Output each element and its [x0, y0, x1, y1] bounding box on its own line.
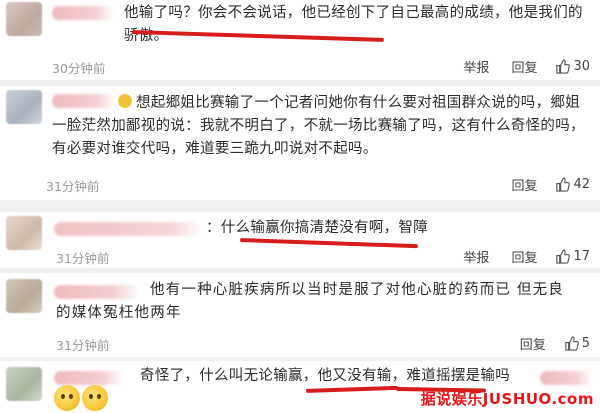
report-button[interactable]: 举报: [463, 247, 489, 266]
comment-1: 他输了吗？你会不会说话，他已经创下了自己最高的成绩，他是我们的骄傲。 30分钟前…: [0, 0, 600, 80]
thumbs-up-icon: [556, 59, 571, 74]
comment-text: 奇怪了，什么叫无论输赢，他又没有输，难道摇摆是输吗: [140, 368, 510, 384]
username[interactable]: [54, 222, 202, 236]
avatar[interactable]: [6, 279, 42, 313]
comment-text: 他有一种心脏疾病所以当时是服了对他心脏的药而已 但无良的媒体冤枉他两年: [56, 282, 565, 321]
comment-text: 他输了吗？你会不会说话，他已经创下了自己最高的成绩，他是我们的骄傲。: [124, 5, 583, 44]
like-count: 17: [573, 249, 590, 264]
username[interactable]: [540, 371, 592, 385]
avatar[interactable]: [6, 90, 42, 124]
reply-button[interactable]: 回复: [511, 247, 537, 266]
comment-actions: 举报 回复 30: [441, 57, 590, 76]
divider: [0, 200, 600, 212]
avatar[interactable]: [6, 367, 42, 401]
comment-time: 31分钟前: [46, 179, 100, 194]
comment-actions: 回复 5: [498, 334, 590, 353]
thumbs-up-icon: [556, 249, 571, 264]
like-button[interactable]: 5: [564, 336, 590, 351]
comment-text-content: 想起郷姐比赛输了一个记者问她你有什么要对祖国群众说的吗，郷姐一脸茫然加鄙视的说：…: [52, 95, 585, 157]
comment-actions: 回复 42: [489, 175, 590, 194]
like-button[interactable]: 17: [555, 249, 590, 264]
comment-3: ：什么输赢你搞清楚没有啊，智障 31分钟前 举报 回复 17: [0, 212, 600, 268]
comment-actions: 举报 回复 17: [441, 247, 590, 266]
comment-text: 想起郷姐比赛输了一个记者问她你有什么要对祖国群众说的吗，郷姐一脸茫然加鄙视的说：…: [52, 92, 592, 161]
avatar[interactable]: [6, 216, 42, 250]
reply-button[interactable]: 回复: [511, 57, 537, 76]
comment-time: 31分钟前: [56, 338, 110, 353]
comment-4: 他有一种心脏疾病所以当时是服了对他心脏的药而已 但无良的媒体冤枉他两年 31分钟…: [0, 273, 600, 357]
username[interactable]: [52, 6, 114, 20]
report-button[interactable]: 举报: [463, 57, 489, 76]
like-count: 30: [573, 59, 590, 74]
like-button[interactable]: 42: [555, 177, 590, 192]
like-button[interactable]: 30: [555, 59, 590, 74]
username[interactable]: [54, 371, 124, 385]
comment-2: 想起郷姐比赛输了一个记者问她你有什么要对祖国群众说的吗，郷姐一脸茫然加鄙视的说：…: [0, 86, 600, 200]
thumbs-up-icon: [556, 177, 571, 192]
reply-button[interactable]: 回复: [511, 175, 537, 194]
reply-button[interactable]: 回复: [520, 334, 546, 353]
comment-time: 31分钟前: [56, 251, 110, 266]
like-count: 42: [573, 177, 590, 192]
emoji-icon: [82, 385, 108, 411]
like-count: 5: [581, 336, 590, 351]
emoji-icon: [54, 385, 80, 411]
comment-text: ：什么输赢你搞清楚没有啊，智障: [206, 220, 428, 236]
emoji-icon: [118, 94, 132, 108]
comment-time: 30分钟前: [52, 61, 106, 76]
thumbs-up-icon: [565, 336, 579, 351]
watermark: 据说娱乐JUSHUO.com: [420, 390, 594, 408]
avatar[interactable]: [6, 2, 42, 36]
